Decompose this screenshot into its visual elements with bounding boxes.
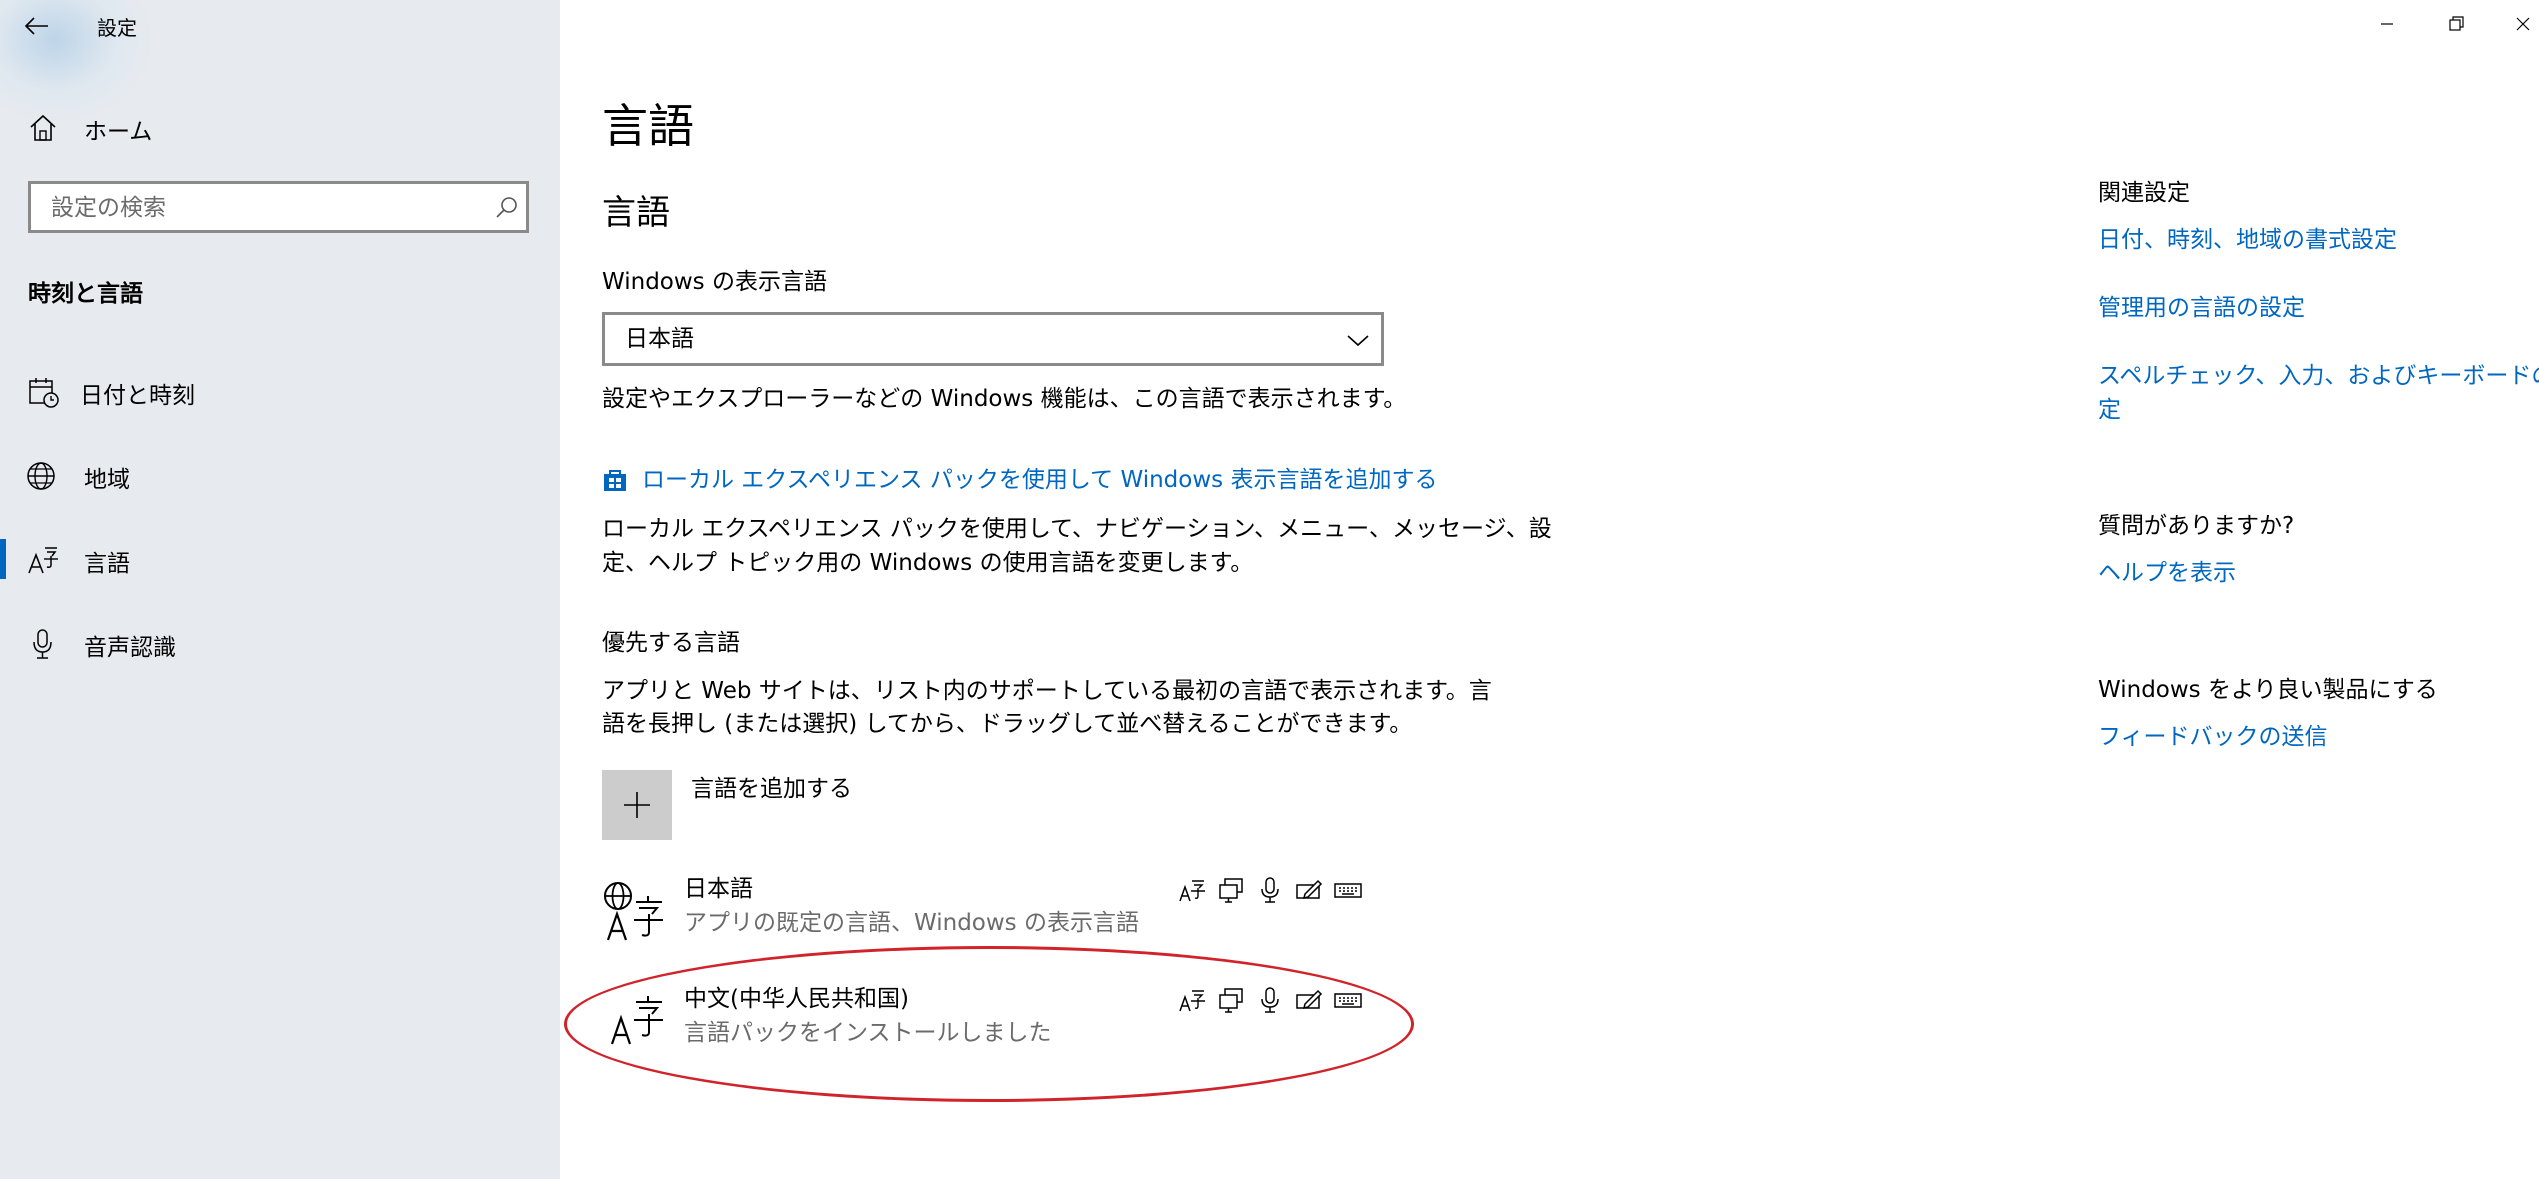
feedback-title: Windows をより良い製品にする: [2098, 677, 2438, 703]
keyboard-feature-icon: [1334, 883, 1362, 898]
red-highlight-ellipse: [564, 946, 1414, 1102]
restore-icon: [2449, 16, 2464, 31]
page-title: 言語: [602, 99, 694, 153]
display-language-select[interactable]: 日本語: [602, 312, 1384, 366]
close-button[interactable]: [2488, 0, 2539, 50]
sidebar-item-label: 地域: [84, 467, 130, 493]
close-icon: [2516, 17, 2530, 31]
display-language-description: 設定やエクスプローラーなどの Windows 機能は、この言語で表示されます。: [602, 386, 1407, 412]
related-link-spelling-typing-keyboard-cont[interactable]: 定: [2098, 393, 2121, 427]
window-title: 設定: [97, 16, 137, 40]
preferred-desc-line1: アプリと Web サイトは、リスト内のサポートしている最初の言語で表示されます。…: [602, 678, 1492, 704]
search-icon[interactable]: [493, 194, 521, 222]
help-title: 質問がありますか?: [2098, 513, 2295, 539]
sidebar-section-title: 時刻と言語: [28, 281, 143, 307]
search-box[interactable]: [28, 181, 529, 233]
sidebar-item-speech[interactable]: 音声認識: [0, 616, 560, 672]
related-link-date-time-format[interactable]: 日付、時刻、地域の書式設定: [2098, 223, 2397, 257]
display-language-label: Windows の表示言語: [602, 269, 827, 295]
speech-recognition-feature-icon: [1261, 877, 1279, 903]
chevron-down-icon: [1347, 335, 1369, 347]
home-icon: [30, 114, 56, 141]
display-language-value: 日本語: [625, 326, 694, 352]
store-bag-icon: [604, 470, 626, 491]
sidebar-item-label: 日付と時刻: [80, 383, 195, 409]
feedback-link[interactable]: フィードバックの送信: [2098, 720, 2328, 754]
text-to-speech-feature-icon: [1219, 878, 1243, 903]
help-link[interactable]: ヘルプを表示: [2098, 556, 2236, 590]
minimize-icon: [2381, 23, 2393, 25]
preferred-desc-line2: 語を長押し (または選択) してから、ドラッグして並べ替えることができます。: [602, 711, 1413, 737]
language-pack-globe-icon: [604, 882, 663, 941]
add-language-button[interactable]: [602, 770, 672, 840]
sidebar-item-datetime[interactable]: 日付と時刻: [0, 364, 560, 420]
sidebar: 設定 ホーム 時刻と言語 日付と時刻: [0, 0, 560, 1179]
related-settings-title: 関連設定: [2098, 180, 2190, 206]
sidebar-item-label: 言語: [84, 551, 130, 577]
search-input[interactable]: [49, 184, 483, 232]
sidebar-home[interactable]: ホーム: [0, 100, 560, 156]
handwriting-feature-icon: [1296, 879, 1323, 900]
related-link-admin-language[interactable]: 管理用の言語の設定: [2098, 291, 2305, 325]
related-link-spelling-typing-keyboard[interactable]: スペルチェック、入力、およびキーボードの設: [2098, 359, 2539, 393]
sidebar-item-region[interactable]: 地域: [0, 448, 560, 504]
language-subtitle: アプリの既定の言語、Windows の表示言語: [684, 910, 1139, 936]
language-icon: [28, 547, 58, 574]
language-item-japanese[interactable]: 日本語 アプリの既定の言語、Windows の表示言語: [602, 872, 1384, 948]
minimize-button[interactable]: [2352, 0, 2422, 50]
preferred-languages-title: 優先する言語: [602, 630, 740, 656]
language-name: 日本語: [684, 876, 753, 902]
globe-icon: [27, 462, 55, 490]
section-title: 言語: [602, 193, 670, 233]
local-experience-link-label[interactable]: ローカル エクスペリエンス パックを使用して Windows 表示言語を追加する: [642, 463, 1437, 497]
local-experience-desc-line1: ローカル エクスペリエンス パックを使用して、ナビゲーション、メニュー、メッセー…: [602, 516, 1552, 542]
microphone-icon: [33, 629, 52, 659]
add-language-label[interactable]: 言語を追加する: [691, 772, 852, 806]
plus-icon: [624, 792, 650, 818]
sidebar-item-language[interactable]: 言語: [0, 532, 560, 588]
back-arrow-icon: [24, 17, 48, 35]
back-button[interactable]: [14, 6, 58, 46]
sidebar-home-label: ホーム: [84, 119, 153, 145]
sidebar-item-label: 音声認識: [84, 635, 176, 661]
local-experience-desc-line2: 定、ヘルプ トピック用の Windows の使用言語を変更します。: [602, 550, 1254, 576]
restore-button[interactable]: [2421, 0, 2491, 50]
display-language-feature-icon: [1179, 880, 1205, 902]
calendar-clock-icon: [29, 378, 59, 408]
